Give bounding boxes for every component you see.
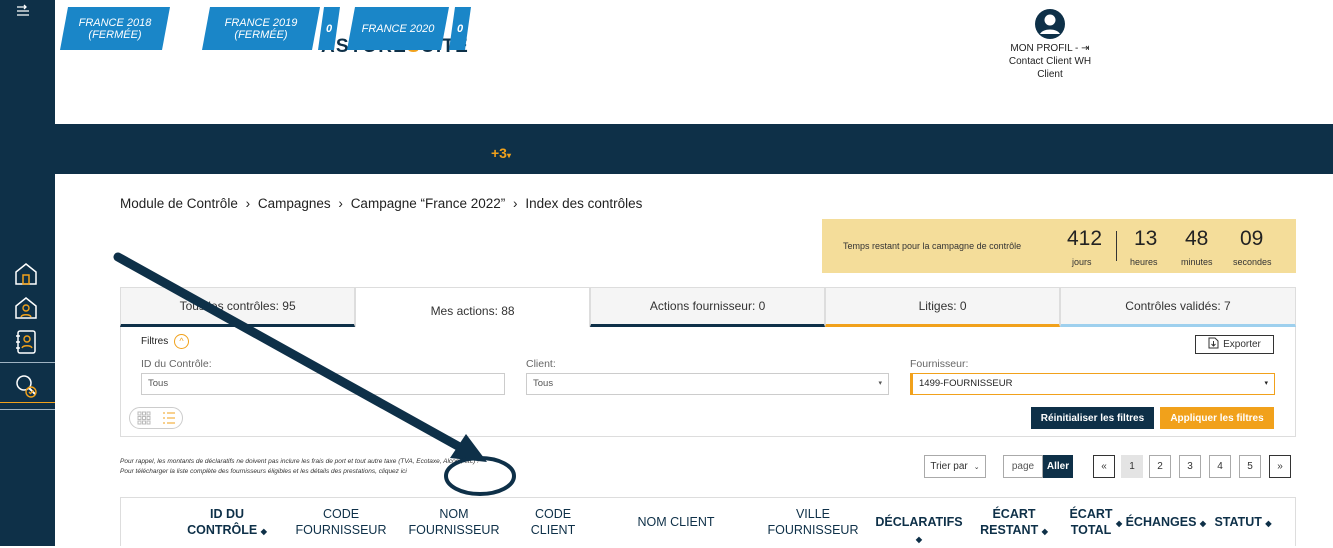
column-header-supplier-name[interactable]: NOM FOURNISSEUR [408, 506, 500, 538]
countdown-hours: 13 [1134, 227, 1158, 250]
sort-icon[interactable]: ◆ [1265, 519, 1271, 528]
search-control-icon[interactable] [12, 372, 40, 400]
info-note-line1: Pour rappel, les montants de déclaratifs… [120, 458, 479, 465]
breadcrumb-item[interactable]: Campagne “France 2022” [351, 196, 506, 211]
client-label: Client: [526, 358, 556, 370]
countdown-seconds: 09 [1240, 227, 1264, 250]
column-header-client-code[interactable]: CODE CLIENT [521, 506, 585, 538]
countdown-days: 412 [1067, 227, 1103, 250]
page-button[interactable]: 4 [1209, 455, 1231, 478]
chevron-right-icon: › [513, 196, 518, 211]
more-campaigns-button[interactable]: +3▾ [491, 145, 511, 161]
column-header-declaratifs[interactable]: DÉCLARATIFS ◆ [873, 514, 965, 548]
breadcrumb-item[interactable]: Campagnes [258, 196, 331, 211]
countdown-hours-unit: heures [1130, 257, 1158, 267]
campaign-countdown: Temps restant pour la campagne de contrô… [822, 219, 1296, 273]
contacts-icon[interactable] [12, 328, 40, 356]
list-view-icon[interactable] [162, 411, 176, 430]
countdown-seconds-unit: secondes [1233, 257, 1272, 267]
tab-validated[interactable]: Contrôles validés: 7 [1060, 287, 1296, 327]
prev-page-button[interactable]: « [1093, 455, 1115, 478]
supplier-label: Fournisseur: [910, 358, 969, 370]
sort-icon[interactable]: ◆ [1200, 519, 1206, 528]
countdown-minutes: 48 [1185, 227, 1209, 250]
table-header: ID DU CONTRÔLE ◆ CODE FOURNISSEUR NOM FOURN… [120, 497, 1296, 546]
filters-toggle[interactable]: Filtres ^ [141, 334, 190, 349]
page-button[interactable]: 3 [1179, 455, 1201, 478]
sidebar-divider [0, 362, 55, 363]
page-input[interactable]: page [1003, 455, 1043, 478]
tab-my-actions[interactable]: Mes actions: 88 [355, 287, 591, 327]
sort-icon[interactable]: ◆ [916, 535, 922, 544]
go-button[interactable]: Aller [1043, 455, 1073, 478]
next-page-button[interactable]: » [1269, 455, 1291, 478]
sidebar [0, 0, 55, 546]
breadcrumb-item[interactable]: Module de Contrôle [120, 196, 238, 211]
column-header-status[interactable]: STATUT ◆ [1211, 514, 1275, 532]
supplier-select[interactable]: 1499-FOURNISSEUR ▾ [910, 373, 1275, 395]
column-header-exchanges[interactable]: ◆ ÉCHANGES ◆ [1115, 514, 1207, 532]
column-header-total-gap[interactable]: ÉCART TOTAL [1059, 506, 1123, 538]
countdown-days-unit: jours [1072, 257, 1092, 267]
avatar-icon [1035, 9, 1065, 39]
campaign-name: FRANCE 2019 (FERMÉE) [224, 16, 298, 41]
info-note-link[interactable]: Pour télécharger la liste complète des f… [120, 467, 479, 477]
countdown-label: Temps restant pour la campagne de contrô… [843, 241, 1022, 251]
sidebar-active-indicator [0, 402, 55, 403]
apply-filters-button[interactable]: Appliquer les filtres [1160, 407, 1274, 429]
chevron-up-icon: ^ [174, 334, 190, 349]
page-button[interactable]: 2 [1149, 455, 1171, 478]
dropdown-arrow-icon: ▾ [1264, 380, 1268, 387]
page-button[interactable]: 5 [1239, 455, 1261, 478]
breadcrumb: Module de Contrôle › Campagnes › Campagn… [120, 196, 646, 211]
sort-icon[interactable]: ◆ [261, 527, 267, 536]
download-file-icon [1208, 337, 1219, 352]
reset-filters-button[interactable]: Réinitialiser les filtres [1031, 407, 1154, 429]
page-button[interactable]: 1 [1121, 455, 1143, 478]
menu-collapse-icon[interactable] [16, 4, 30, 19]
chevron-down-icon: ⌄ [973, 463, 980, 471]
countdown-separator [1116, 231, 1117, 261]
column-header-client-name[interactable]: NOM CLIENT [626, 514, 726, 530]
sidebar-divider [0, 409, 55, 410]
sort-icon[interactable]: ◆ [1042, 527, 1048, 536]
column-header-supplier-code[interactable]: CODE FOURNISSEUR [293, 506, 389, 538]
profile-role: Client [1037, 69, 1063, 80]
column-header-control-id[interactable]: ID DU CONTRÔLE ◆ [187, 506, 267, 540]
campaign-name: FRANCE 2018 (FERMÉE) [78, 16, 152, 41]
info-note: Pour rappel, les montants de déclaratifs… [120, 457, 479, 477]
dropdown-arrow-icon: ▾ [878, 380, 882, 387]
countdown-minutes-unit: minutes [1181, 257, 1213, 267]
campaign-bar [55, 124, 1333, 174]
chevron-right-icon: › [245, 196, 251, 211]
sort-select[interactable]: Trier par ⌄ [924, 455, 986, 478]
export-button[interactable]: Exporter [1195, 335, 1274, 354]
control-id-input[interactable]: Tous [141, 373, 505, 395]
chevron-right-icon: › [338, 196, 343, 211]
sort-icon[interactable]: ◆ [1116, 519, 1122, 528]
grid-view-icon[interactable] [137, 411, 151, 430]
column-header-remaining-gap[interactable]: ÉCART RESTANT ◆ [974, 506, 1054, 540]
logout-icon[interactable]: ⇥ [1081, 43, 1089, 54]
tab-all-controls[interactable]: Tous les contrôles: 95 [120, 287, 356, 327]
client-select[interactable]: Tous ▾ [526, 373, 889, 395]
campaign-name: FRANCE 2020 [361, 22, 435, 35]
control-id-label: ID du Contrôle: [141, 358, 212, 370]
column-header-supplier-city[interactable]: VILLE FOURNISSEUR [766, 506, 860, 538]
tab-disputes[interactable]: Litiges: 0 [825, 287, 1061, 327]
view-toggle [129, 407, 183, 429]
breadcrumb-item: Index des contrôles [525, 196, 643, 211]
control-tabs: Tous les contrôles: 95 Mes actions: 88 A… [120, 287, 1296, 327]
tab-supplier-actions[interactable]: Actions fournisseur: 0 [590, 287, 826, 327]
profile-label: MON PROFIL - [1010, 43, 1079, 54]
profile-menu[interactable]: MON PROFIL - ⇥ Contact Client WH Client [990, 8, 1110, 81]
home-icon[interactable] [12, 260, 40, 288]
profile-name: Contact Client WH [1008, 56, 1092, 67]
user-home-icon[interactable] [12, 294, 40, 322]
